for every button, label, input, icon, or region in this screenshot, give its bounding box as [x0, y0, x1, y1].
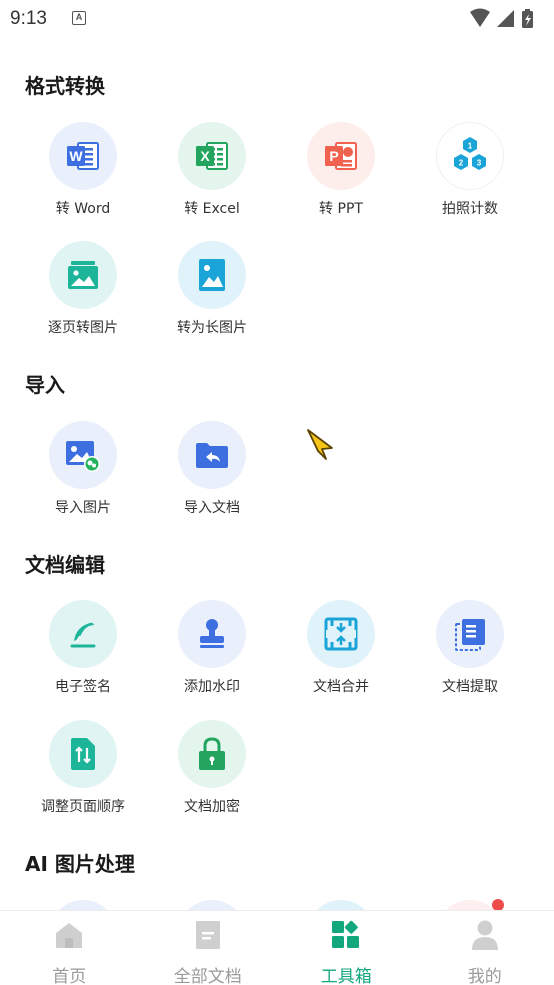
reorder-icon: [49, 720, 117, 788]
tab-label: 首页: [52, 967, 87, 985]
import-folder-icon: [178, 421, 246, 489]
tool-page-to-image[interactable]: 逐页转图片: [23, 241, 143, 351]
tool-label: 转 PPT: [319, 201, 363, 217]
import-image-icon: [49, 421, 117, 489]
tool-label: 导入文档: [184, 500, 240, 516]
merge-icon: [307, 600, 375, 668]
stamp-icon: [178, 600, 246, 668]
tool-import-doc[interactable]: 导入文档: [152, 421, 272, 531]
tool-label: 文档提取: [442, 679, 498, 695]
tool-label: 文档加密: [184, 799, 240, 815]
svg-text:P: P: [329, 148, 338, 164]
svg-text:3: 3: [477, 159, 482, 168]
ai-tool-circle[interactable]: [178, 900, 246, 910]
tab-toolbox[interactable]: 工具箱: [277, 911, 416, 985]
tool-label: 转为长图片: [177, 320, 247, 336]
status-time: 9:13: [10, 8, 47, 29]
status-bar: 9:13 A: [0, 0, 554, 40]
wifi-icon: [470, 8, 490, 27]
tab-label: 全部文档: [173, 967, 242, 985]
tab-label: 工具箱: [320, 967, 372, 985]
tool-import-image[interactable]: 导入图片: [23, 421, 143, 531]
tool-label: 导入图片: [55, 500, 111, 516]
tab-label: 我的: [467, 967, 502, 985]
status-icons: [470, 8, 533, 28]
svg-text:2: 2: [459, 159, 464, 168]
svg-text:1: 1: [468, 142, 473, 151]
svg-text:W: W: [69, 148, 83, 164]
signal-icon: [497, 10, 514, 27]
tab-mine[interactable]: 我的: [416, 911, 554, 985]
document-icon: [192, 919, 224, 951]
tab-home[interactable]: 首页: [0, 911, 139, 985]
excel-icon: X: [178, 122, 246, 190]
section-title-import: 导入: [25, 373, 65, 397]
image-pages-icon: [49, 241, 117, 309]
signature-pen-icon: [49, 600, 117, 668]
tool-label: 调整页面顺序: [41, 799, 125, 815]
tool-to-excel[interactable]: X 转 Excel: [152, 122, 272, 232]
tab-all-docs[interactable]: 全部文档: [139, 911, 278, 985]
section-title-convert: 格式转换: [25, 74, 105, 98]
ai-tool-circle[interactable]: [307, 900, 375, 910]
tool-photo-count[interactable]: 1 2 3 拍照计数: [410, 122, 530, 232]
hexagon-count-icon: 1 2 3: [436, 122, 504, 190]
ai-tools-partial-row: [0, 896, 554, 910]
svg-text:X: X: [200, 148, 210, 164]
notification-icon: A: [72, 11, 86, 25]
tool-extract-doc[interactable]: 文档提取: [410, 600, 530, 710]
word-icon: W: [49, 122, 117, 190]
user-icon: [469, 919, 501, 951]
section-title-ai: AI 图片处理: [25, 852, 135, 876]
tool-e-signature[interactable]: 电子签名: [23, 600, 143, 710]
tool-to-ppt[interactable]: P 转 PPT: [281, 122, 401, 232]
tool-encrypt-doc[interactable]: 文档加密: [152, 720, 272, 830]
tool-label: 转 Excel: [184, 201, 240, 217]
tool-watermark[interactable]: 添加水印: [152, 600, 272, 710]
tool-reorder-pages[interactable]: 调整页面顺序: [23, 720, 143, 830]
ppt-icon: P: [307, 122, 375, 190]
mouse-cursor-icon: [307, 429, 333, 460]
lock-icon: [178, 720, 246, 788]
tool-label: 电子签名: [55, 679, 111, 695]
battery-icon: [522, 9, 533, 28]
tool-label: 添加水印: [184, 679, 240, 695]
section-title-edit: 文档编辑: [25, 553, 105, 577]
toolbox-grid-icon: [330, 919, 362, 951]
tool-label: 文档合并: [313, 679, 369, 695]
tool-to-long-image[interactable]: 转为长图片: [152, 241, 272, 351]
tool-label: 拍照计数: [442, 201, 498, 217]
tool-label: 转 Word: [55, 201, 111, 217]
bottom-tab-bar: 首页 全部文档 工具箱 我的: [0, 910, 554, 985]
long-image-icon: [178, 241, 246, 309]
home-icon: [53, 919, 85, 951]
tool-label: 逐页转图片: [48, 320, 118, 336]
tool-merge-doc[interactable]: 文档合并: [281, 600, 401, 710]
tool-to-word[interactable]: W 转 Word: [23, 122, 143, 232]
extract-doc-icon: [436, 600, 504, 668]
ai-tool-circle[interactable]: [49, 900, 117, 910]
